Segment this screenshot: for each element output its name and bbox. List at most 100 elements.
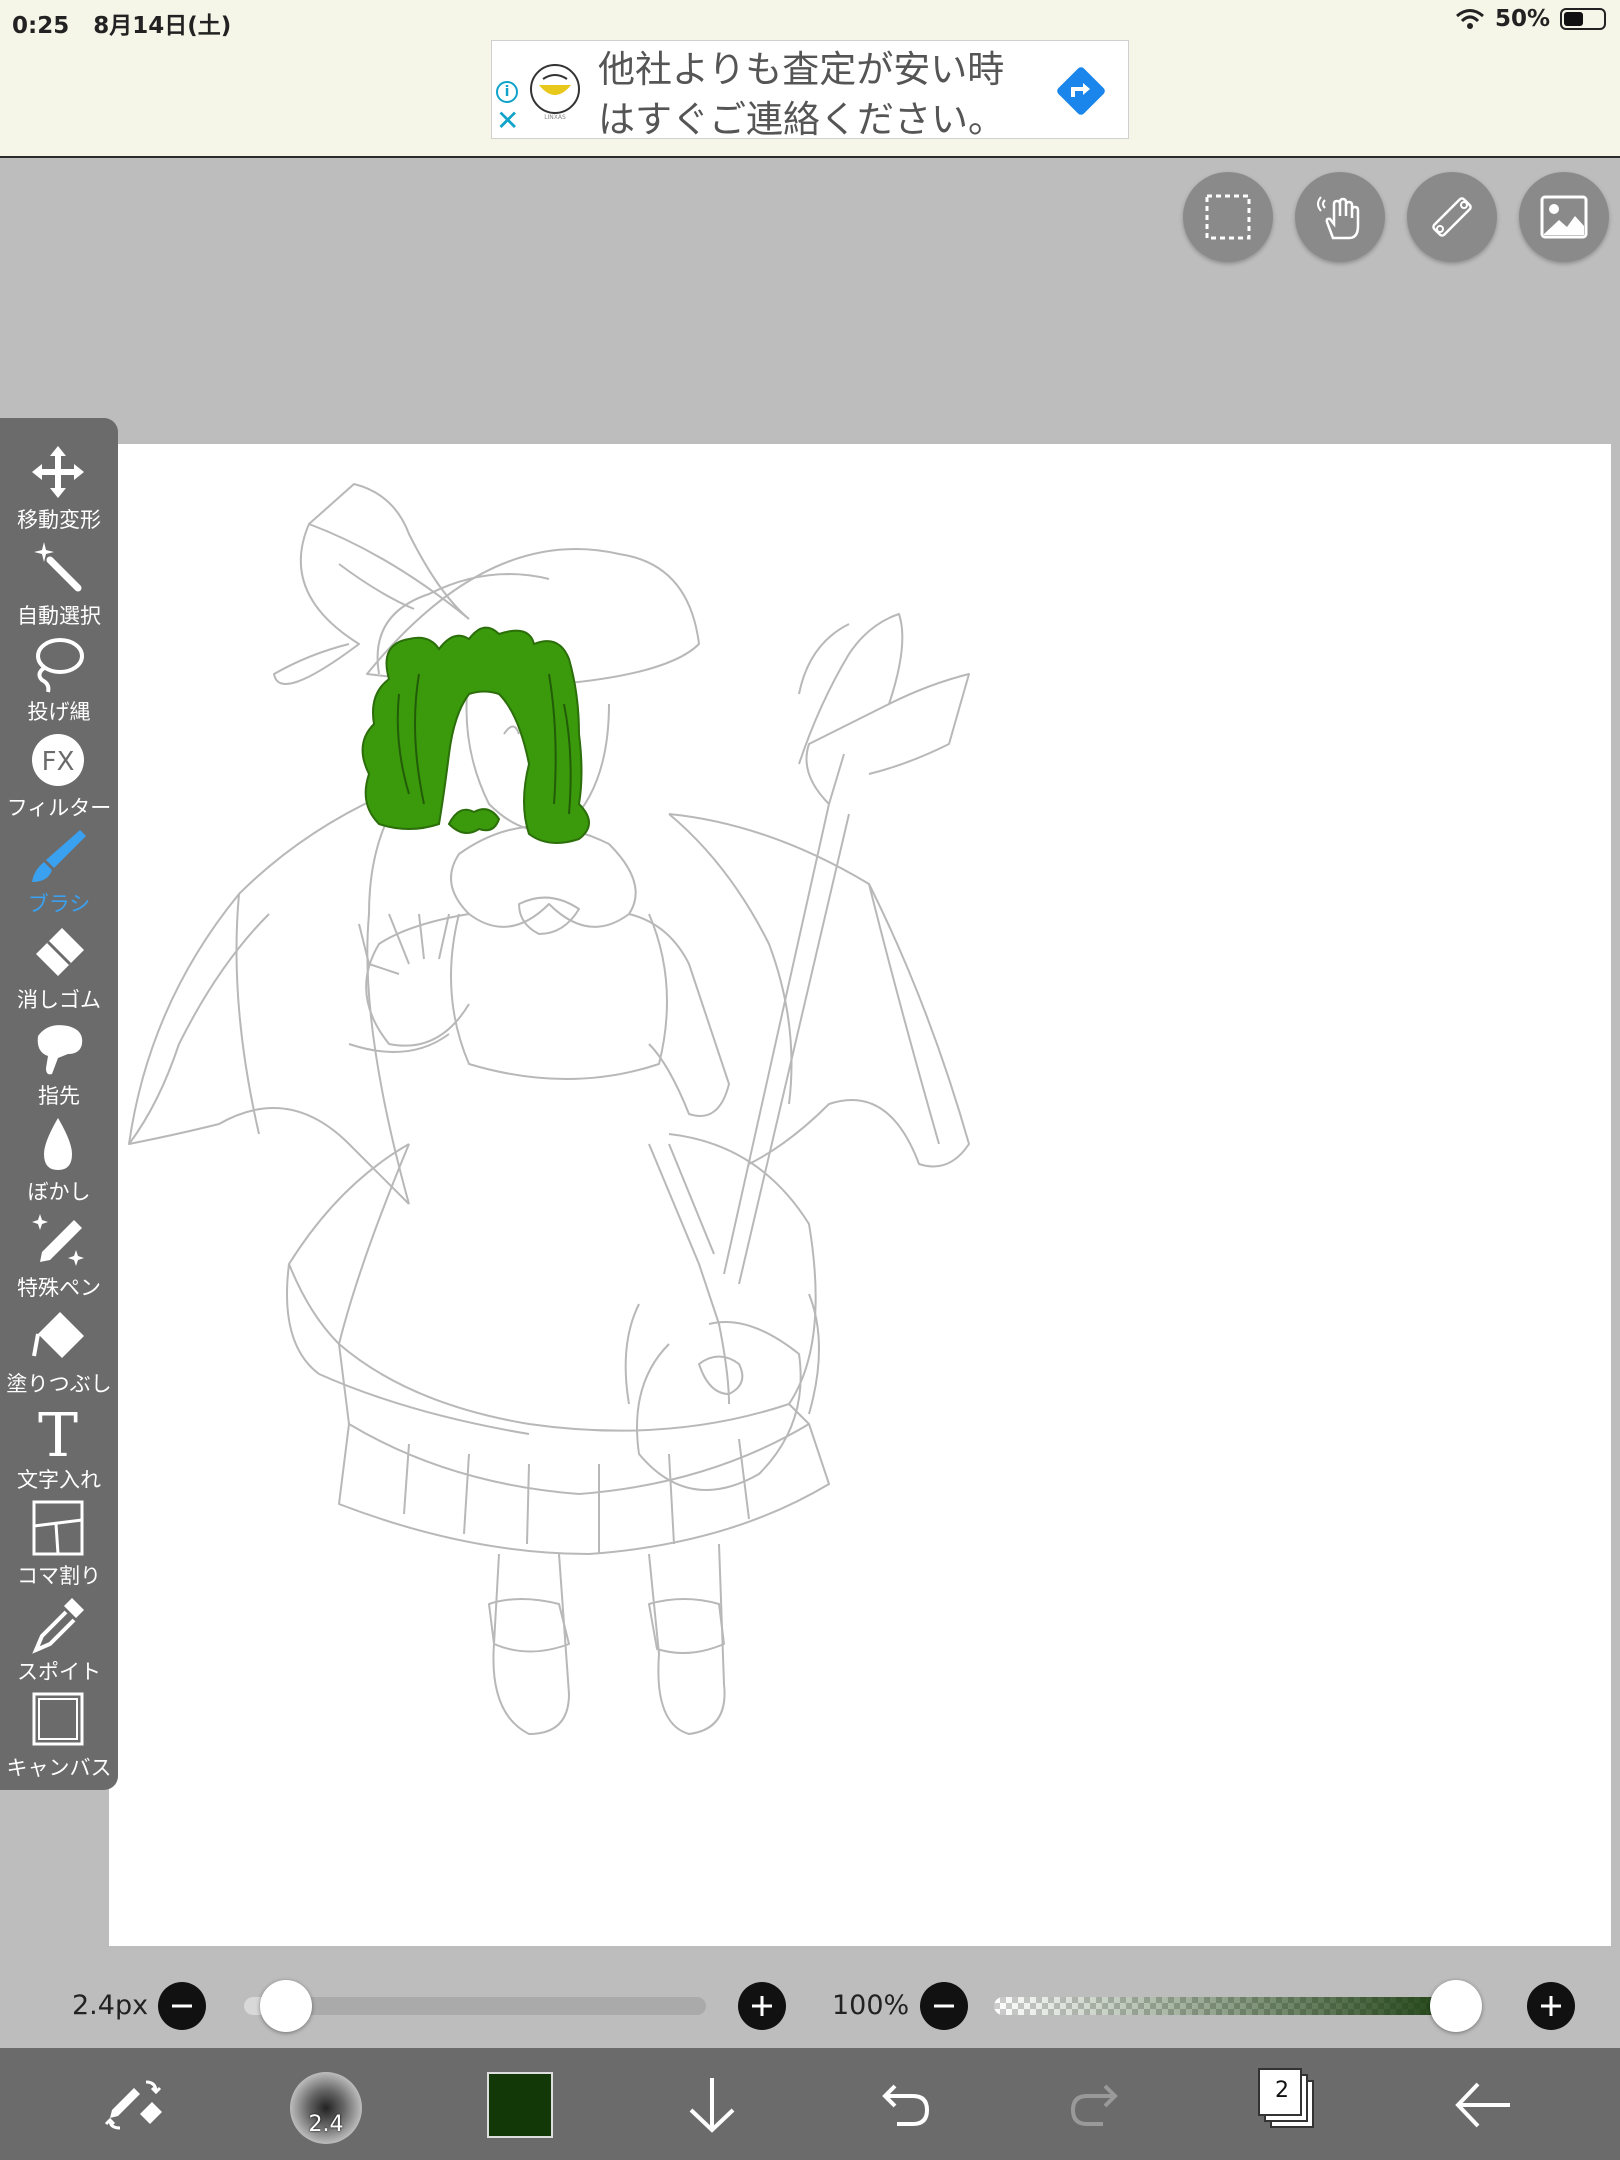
back-button[interactable] [1448,2070,1518,2140]
tool-label: ブラシ [27,892,91,916]
status-time: 0:25 8月14日(土) [12,6,231,40]
brush-size-text: 2.4 [308,2112,344,2137]
time-text: 0:25 [12,13,70,39]
undo-button[interactable] [869,2070,939,2140]
frame-divide-icon [32,1500,84,1556]
svg-text:LINXAS: LINXAS [544,114,566,121]
battery-icon [1560,8,1606,30]
lasso-icon [36,638,84,693]
tool-label: 消しゴム [17,988,101,1012]
tool-frame-divide[interactable]: コマ割り [0,1496,118,1592]
current-color-swatch[interactable] [487,2072,553,2138]
finger-smudge-icon [37,1025,83,1075]
tool-finger[interactable]: 指先 [0,1016,118,1112]
tool-special-pen[interactable]: 特殊ペン [0,1208,118,1304]
pen-eraser-swap-icon [104,2080,162,2130]
size-decrease-button[interactable] [158,1982,206,2030]
move-transform-icon [32,446,84,498]
special-pen-icon [32,1214,84,1266]
brush-icon [32,830,86,882]
layer-count: 2 [1275,2078,1289,2103]
tool-eraser[interactable]: 消しゴム [0,920,118,1016]
layer-transfer-button[interactable] [677,2070,747,2140]
tool-label: ぼかし [27,1180,91,1204]
hand-gesture-button[interactable] [1295,172,1385,262]
redo-icon [1070,2084,1118,2126]
opacity-slider[interactable] [994,1997,1482,2015]
layers-button[interactable]: 2 [1258,2068,1318,2132]
battery-percent: 50% [1494,6,1550,32]
tool-lasso[interactable]: 投げ縄 [0,632,118,728]
tool-label: 移動変形 [17,508,101,532]
tool-label: 文字入れ [17,1468,101,1492]
ruler-icon [1432,197,1472,237]
status-indicators: 50% [1455,6,1606,32]
size-increase-button[interactable] [738,1982,786,2030]
bucket-fill-icon [32,1312,84,1358]
swap-pen-eraser-button[interactable] [100,2070,170,2140]
tool-label: フィルター [6,796,112,820]
blur-drop-icon [44,1118,72,1170]
tool-label: スポイト [17,1660,101,1684]
plus-icon [1541,1996,1561,2016]
tool-label: 塗りつぶし [6,1372,112,1396]
opacity-label: 100% [832,1990,910,2021]
tool-magic-wand[interactable]: 自動選択 [0,536,118,632]
tool-label: 特殊ペン [17,1276,101,1300]
material-button[interactable] [1519,172,1609,262]
tool-label: 投げ縄 [27,700,91,724]
ad-info-icon[interactable]: i [496,81,518,103]
size-slider-knob[interactable] [260,1980,313,2032]
filter-fx-icon: FX [32,734,84,786]
brush-size-label: 2.4px [72,1990,149,2021]
tool-brush[interactable]: ブラシ [0,824,118,920]
eraser-icon [36,928,84,976]
ad-logo: LINXAS [530,64,580,121]
selection-button[interactable] [1183,172,1273,262]
tool-canvas[interactable]: キャンバス [0,1688,118,1784]
svg-text:FX: FX [42,747,75,777]
tool-bucket-fill[interactable]: 塗りつぶし [0,1304,118,1400]
tool-label: コマ割り [17,1564,101,1588]
image-material-icon [1540,195,1588,239]
redo-button[interactable] [1061,2070,1131,2140]
tool-label: キャンバス [6,1756,112,1780]
minus-icon [934,2004,954,2008]
bottom-toolbar: 2.4 2 [0,2048,1620,2160]
eyedropper-icon [32,1598,84,1654]
opacity-slider-fill [994,1997,1482,2015]
date-text: 8月14日(土) [93,13,232,39]
drawing-canvas[interactable] [109,444,1611,1946]
ad-text: 他社よりも査定が安い時はすぐご連絡ください。 [598,48,1005,141]
ad-close-icon[interactable]: ✕ [496,107,519,135]
line-art-drawing [128,483,970,1735]
tool-label: 指先 [38,1084,80,1108]
tool-eyedropper[interactable]: スポイト [0,1592,118,1688]
opacity-decrease-button[interactable] [920,1982,968,2030]
ad-banner[interactable]: i ✕ LINXAS 他社よりも査定が安い時はすぐご連絡ください。 [491,40,1129,141]
svg-text:T: T [38,1402,78,1462]
tool-label: 自動選択 [17,604,101,628]
tool-move-transform[interactable]: 移動変形 [0,440,118,536]
arrow-left-icon [1455,2082,1510,2128]
opacity-increase-button[interactable] [1527,1982,1575,2030]
wifi-icon [1455,9,1484,29]
selection-rect-icon [1205,194,1251,240]
brush-preview-button[interactable]: 2.4 [290,2072,362,2144]
plus-icon [752,1996,772,2016]
tool-blur[interactable]: ぼかし [0,1112,118,1208]
ruler-button[interactable] [1407,172,1497,262]
text-icon: T [38,1402,78,1462]
undo-icon [882,2084,930,2126]
brush-size-slider[interactable] [244,1997,706,2015]
magic-wand-icon [34,542,82,592]
ad-direction-icon[interactable] [1053,63,1109,119]
canvas-icon [32,1692,84,1746]
tool-filter[interactable]: FX フィルター [0,728,118,824]
top-band: 0:25 8月14日(土) 50% i ✕ LINXAS 他社よりも査定が安い時… [0,0,1620,158]
minus-icon [172,2004,192,2008]
arrow-down-icon [689,2078,735,2133]
tool-palette: 移動変形 自動選択 投げ縄 FX フィルター ブラシ 消しゴム 指先 ぼかし 特… [0,418,118,1790]
opacity-slider-knob[interactable] [1430,1980,1482,2032]
tool-text[interactable]: T 文字入れ [0,1400,118,1496]
